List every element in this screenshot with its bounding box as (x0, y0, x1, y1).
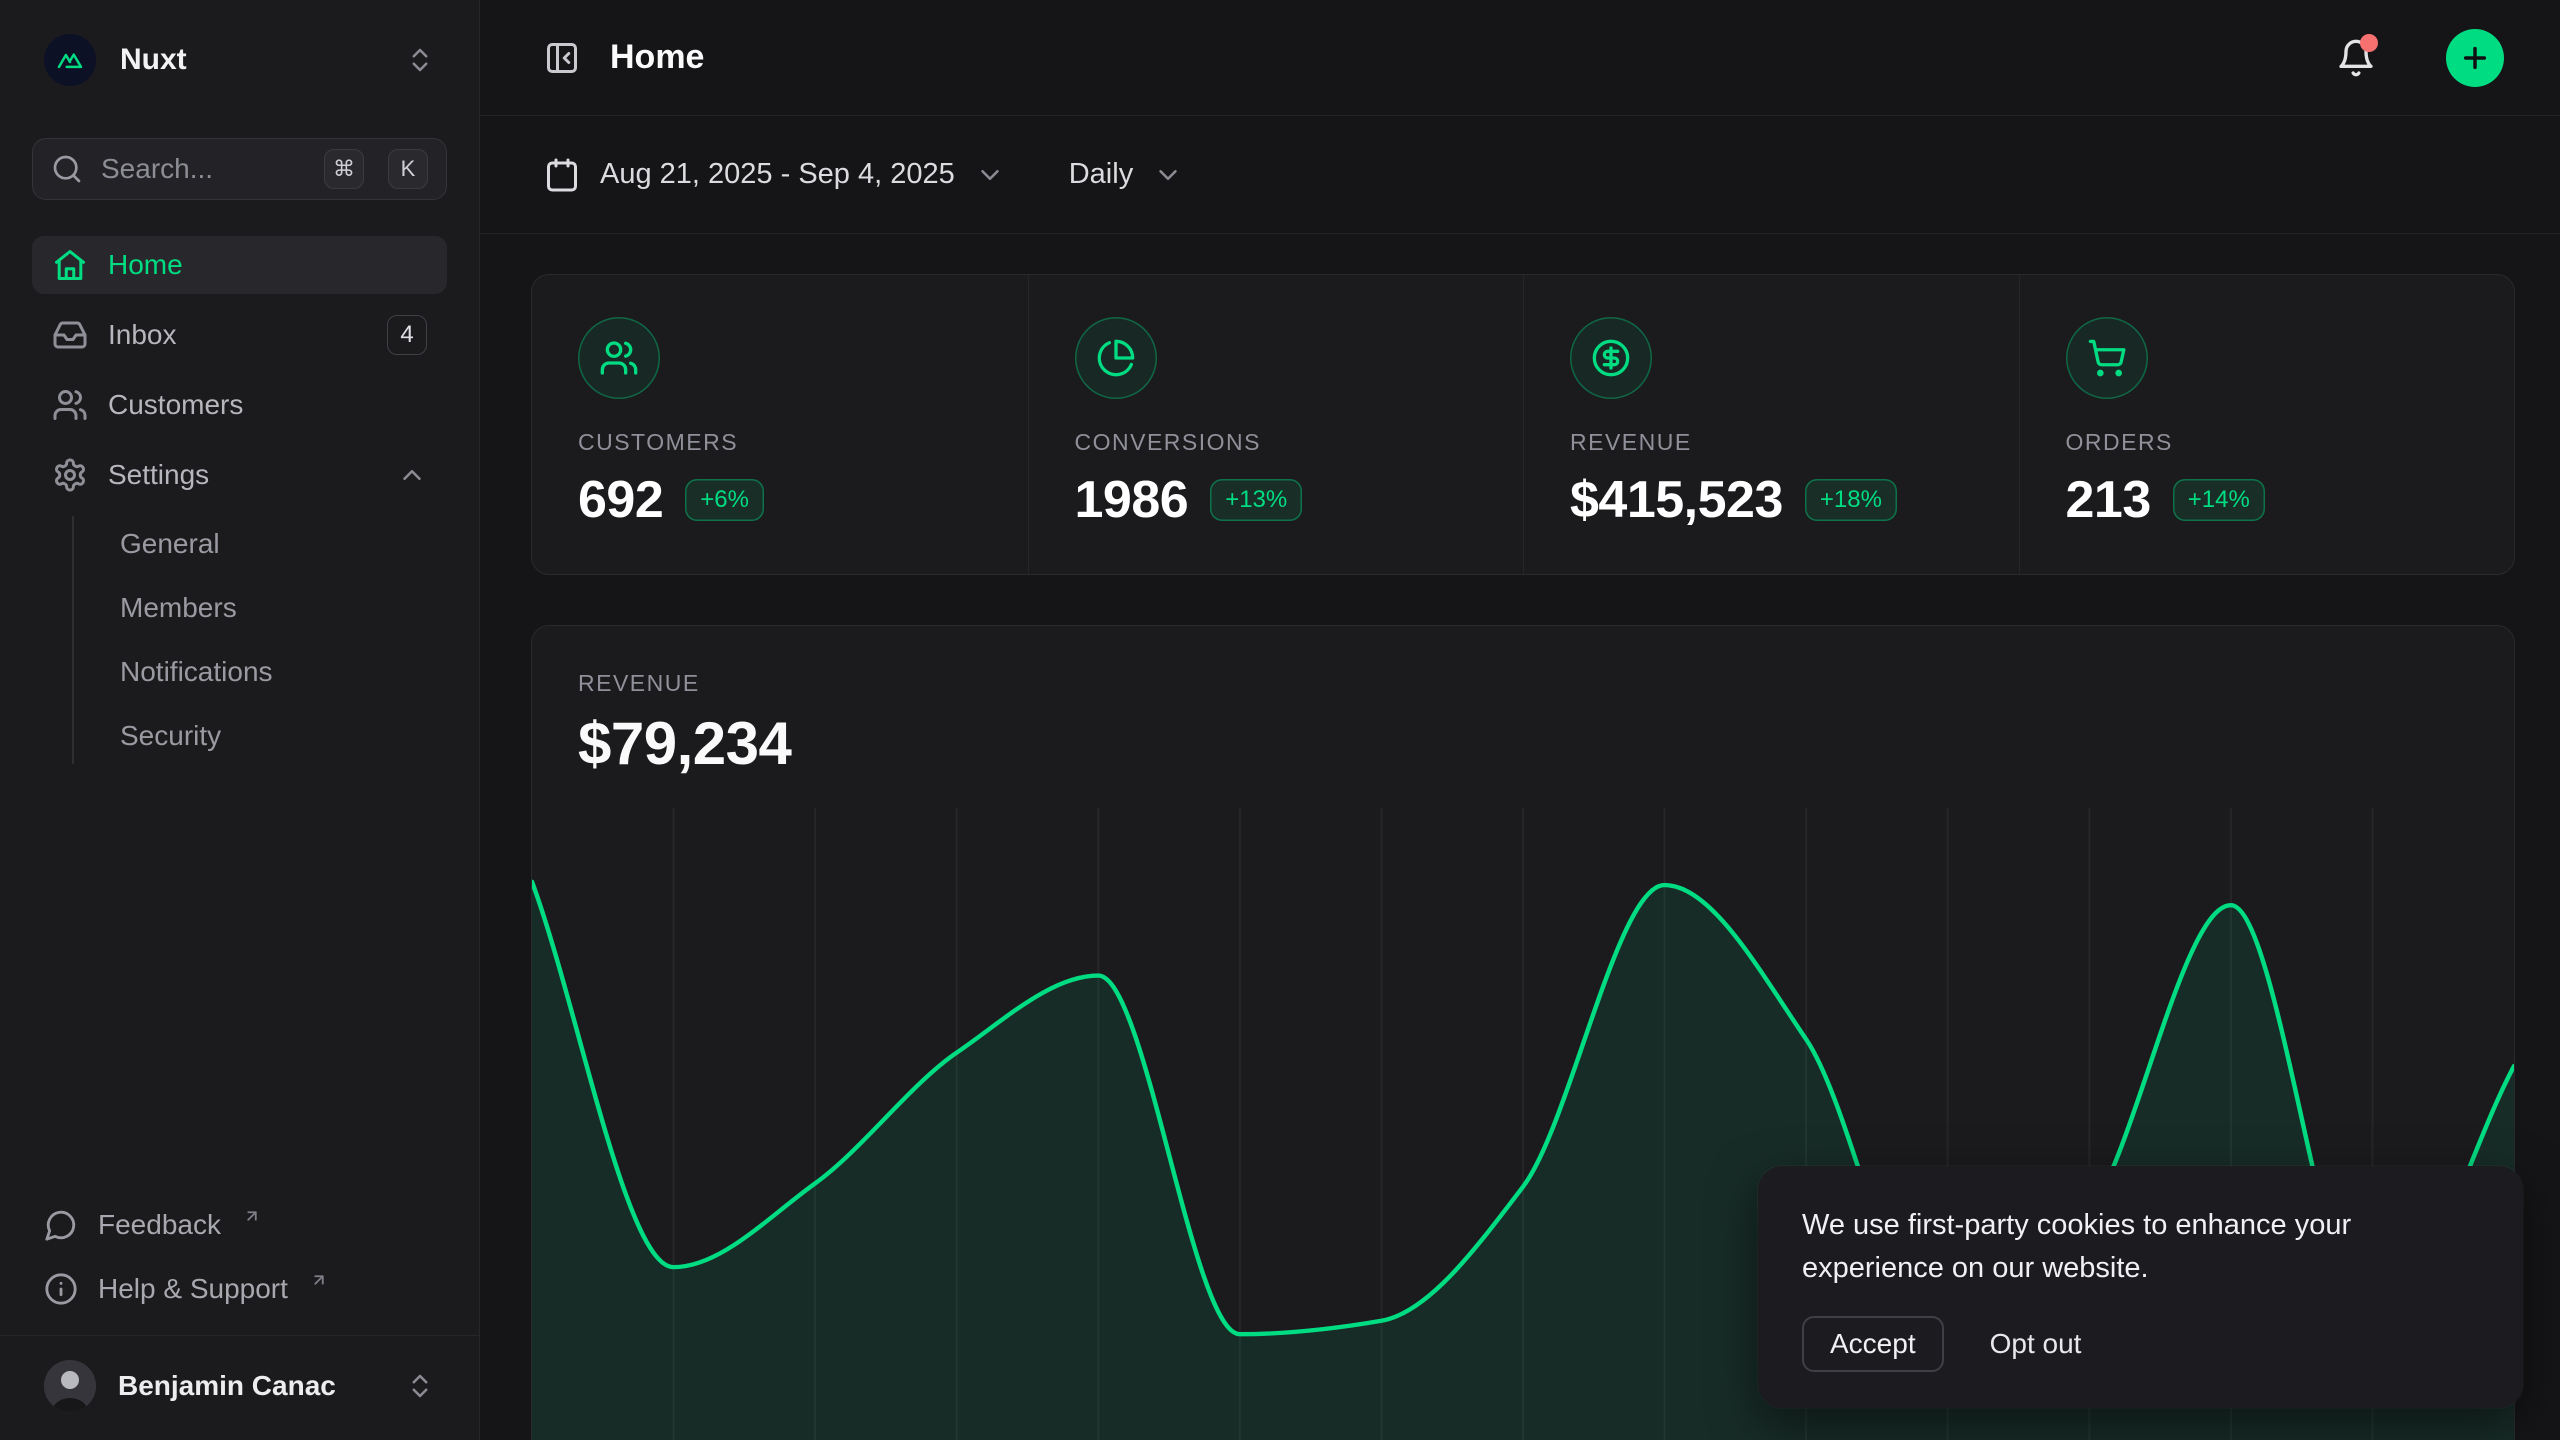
stat-delta-badge: +14% (2173, 479, 2265, 521)
users-icon (52, 387, 88, 423)
stat-card-customers[interactable]: CUSTOMERS 692 +6% (532, 275, 1028, 574)
stat-label: CONVERSIONS (1075, 429, 1478, 456)
sidebar-divider (0, 1335, 479, 1336)
plus-icon (2459, 42, 2491, 74)
interval-select[interactable]: Daily (1069, 158, 1183, 191)
search-placeholder: Search... (101, 153, 306, 185)
accept-button[interactable]: Accept (1802, 1316, 1944, 1372)
external-link-icon (310, 1271, 328, 1289)
calendar-icon (544, 157, 580, 193)
info-circle-icon (44, 1272, 78, 1306)
add-button[interactable] (2446, 29, 2504, 87)
opt-out-button[interactable]: Opt out (1990, 1328, 2082, 1360)
chevron-up-icon (397, 460, 427, 490)
revenue-chart-total: $79,234 (578, 709, 2468, 778)
sidebar-item-home[interactable]: Home (32, 236, 447, 294)
feedback-label: Feedback (98, 1209, 221, 1241)
user-menu[interactable]: Benjamin Canac (32, 1350, 447, 1422)
inbox-icon (52, 317, 88, 353)
stat-card-conversions[interactable]: CONVERSIONS 1986 +13% (1028, 275, 1524, 574)
sidebar-item-inbox[interactable]: Inbox 4 (32, 306, 447, 364)
sidebar-nav: Home Inbox 4 Customers Settings (32, 236, 447, 772)
stat-value: 692 (578, 470, 663, 530)
stat-delta-badge: +18% (1805, 479, 1897, 521)
kbd-cmd: ⌘ (324, 149, 364, 189)
stat-value: 213 (2066, 470, 2151, 530)
sidebar-item-customers[interactable]: Customers (32, 376, 447, 434)
revenue-chart-header: REVENUE $79,234 (532, 626, 2514, 808)
stat-card-orders[interactable]: ORDERS 213 +14% (2019, 275, 2515, 574)
sidebar-footer-links: Feedback Help & Support (32, 1193, 447, 1321)
chevrons-up-down-icon (405, 45, 435, 75)
external-link-icon (243, 1207, 261, 1225)
nuxt-logo-icon (44, 34, 96, 86)
date-range-value: Aug 21, 2025 - Sep 4, 2025 (600, 158, 955, 191)
house-icon (52, 247, 88, 283)
dollar-circle-icon (1570, 317, 1652, 399)
notification-dot (2360, 34, 2378, 52)
avatar (44, 1360, 96, 1412)
stat-card-revenue[interactable]: REVENUE $415,523 +18% (1523, 275, 2019, 574)
message-circle-icon (44, 1208, 78, 1242)
interval-value: Daily (1069, 158, 1133, 191)
team-name: Nuxt (120, 43, 381, 77)
help-support-label: Help & Support (98, 1273, 288, 1305)
revenue-chart-label: REVENUE (578, 670, 2468, 697)
chevron-down-icon (975, 160, 1005, 190)
search-icon (51, 153, 83, 185)
stat-label: CUSTOMERS (578, 429, 982, 456)
cookie-message: We use first-party cookies to enhance yo… (1802, 1204, 2447, 1290)
sidebar-item-label: Home (108, 249, 183, 281)
gear-icon (52, 457, 88, 493)
stat-value: 1986 (1075, 470, 1189, 530)
page-header: Home (480, 0, 2560, 116)
team-switcher[interactable]: Nuxt (32, 26, 447, 94)
sidebar-item-general[interactable]: General (106, 516, 447, 572)
page-title: Home (610, 38, 704, 77)
stat-value: $415,523 (1570, 470, 1783, 530)
settings-submenu: General Members Notifications Security (72, 516, 447, 764)
stats-grid: CUSTOMERS 692 +6% CONVERSIONS 1986 +13% (531, 274, 2515, 575)
sidebar-item-label: Settings (108, 459, 209, 491)
chevron-down-icon (1153, 160, 1183, 190)
sidebar-item-members[interactable]: Members (106, 580, 447, 636)
stat-label: REVENUE (1570, 429, 1973, 456)
search-input[interactable]: Search... ⌘ K (32, 138, 447, 200)
stat-delta-badge: +13% (1210, 479, 1302, 521)
sidebar-item-security[interactable]: Security (106, 708, 447, 764)
stat-delta-badge: +6% (685, 479, 764, 521)
shopping-cart-icon (2066, 317, 2148, 399)
notifications-button[interactable] (2336, 38, 2376, 78)
sidebar-item-settings[interactable]: Settings (32, 446, 447, 504)
kbd-k: K (388, 149, 428, 189)
sidebar-item-label: Inbox (108, 319, 177, 351)
chevrons-up-down-icon (405, 1371, 435, 1401)
help-support-link[interactable]: Help & Support (32, 1257, 447, 1321)
cookie-banner: We use first-party cookies to enhance yo… (1758, 1166, 2523, 1408)
sidebar-item-label: Customers (108, 389, 243, 421)
user-name: Benjamin Canac (118, 1370, 383, 1402)
filters-toolbar: Aug 21, 2025 - Sep 4, 2025 Daily (480, 116, 2560, 234)
stat-label: ORDERS (2066, 429, 2469, 456)
sidebar: Nuxt Search... ⌘ K Home Inbox 4 (0, 0, 480, 1440)
users-icon (578, 317, 660, 399)
feedback-link[interactable]: Feedback (32, 1193, 447, 1257)
pie-chart-icon (1075, 317, 1157, 399)
date-range-picker[interactable]: Aug 21, 2025 - Sep 4, 2025 (544, 157, 1005, 193)
sidebar-item-notifications[interactable]: Notifications (106, 644, 447, 700)
panel-left-close-icon[interactable] (544, 40, 580, 76)
inbox-count-badge: 4 (387, 315, 427, 355)
